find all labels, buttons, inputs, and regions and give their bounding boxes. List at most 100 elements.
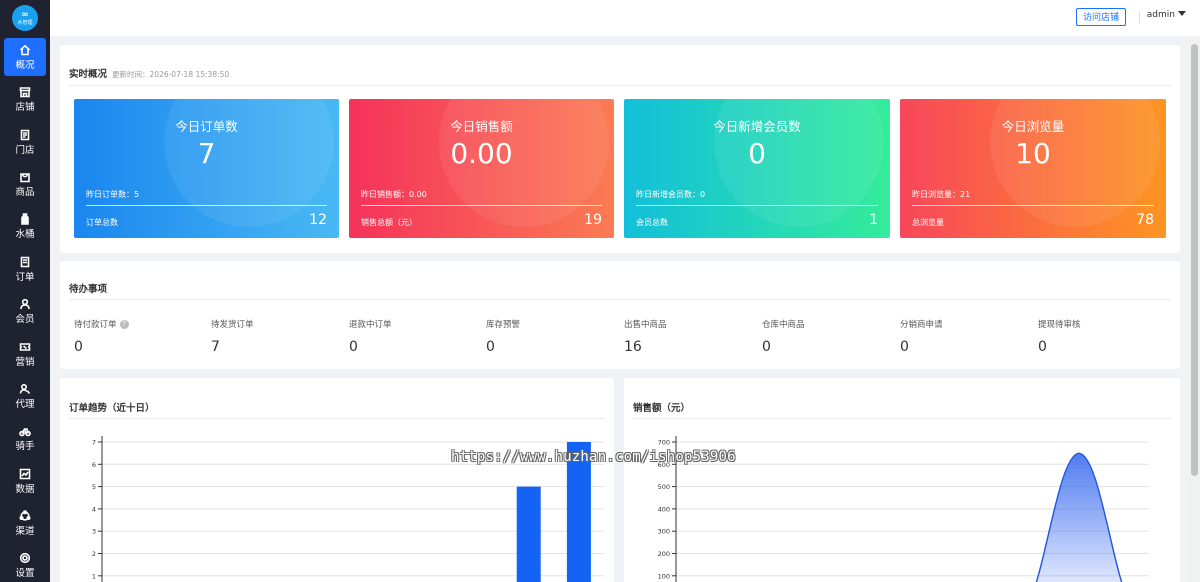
y-tick-label: 200: [658, 550, 670, 558]
todo-value: 0: [900, 339, 909, 355]
bike-icon: [18, 424, 32, 438]
todo-item-pending-shipment[interactable]: 待发货订单 7: [211, 318, 341, 355]
todo-value: 0: [762, 339, 771, 355]
bar: [516, 486, 541, 582]
sidebar-item-buckets[interactable]: 水桶: [0, 205, 50, 247]
todo-item-distributor-apply[interactable]: 分销商申请 0: [900, 318, 1030, 355]
card-title: 今日订单数: [175, 119, 238, 134]
home-icon: [18, 43, 32, 57]
store-icon: [18, 85, 32, 99]
order-trend-chart: 1 2 3 4 5 6 7: [92, 436, 604, 582]
card-title: 今日浏览量: [1001, 119, 1065, 134]
sidebar-item-label: 订单: [15, 271, 35, 283]
divider: [69, 299, 1171, 300]
sidebar-item-orders[interactable]: 订单: [0, 248, 50, 290]
todo-title: 待办事项: [69, 284, 108, 295]
todo-item-on-sale[interactable]: 出售中商品 16: [624, 318, 754, 355]
sidebar-item-products[interactable]: 商品: [0, 163, 50, 205]
bottle-icon: [18, 212, 32, 226]
todo-item-refunding[interactable]: 退款中订单 0: [349, 318, 479, 355]
sidebar-item-label: 代理: [15, 398, 35, 410]
todo-item-withdraw-review[interactable]: 提现待审核 0: [1038, 318, 1168, 355]
todo-value: 7: [211, 339, 220, 355]
divider: [636, 205, 878, 206]
todo-value: 0: [1038, 339, 1047, 355]
todo-item-pending-payment[interactable]: 待付款订单? 0: [74, 318, 204, 355]
card-title: 今日销售额: [450, 119, 513, 134]
card-title: 今日新增会员数: [713, 119, 801, 134]
sidebar-item-label: 商品: [15, 186, 35, 198]
sidebar-item-shop[interactable]: 门店: [0, 120, 50, 162]
sidebar-item-label: 水桶: [15, 229, 35, 241]
todo-value: 0: [349, 339, 358, 355]
card-yesterday: 昨日新增会员数：0: [636, 190, 706, 199]
sidebar-item-marketing[interactable]: 营销: [0, 332, 50, 374]
card-total-label: 总浏览量: [912, 218, 944, 227]
card-total-value: 12: [309, 212, 327, 228]
card-value: 0.00: [450, 137, 513, 170]
todo-label: 出售中商品: [624, 320, 667, 330]
card-yesterday: 昨日销售额：0.00: [361, 190, 427, 199]
sidebar-item-riders[interactable]: 骑手: [0, 417, 50, 459]
sidebar-item-data[interactable]: 数据: [0, 460, 50, 502]
logo-icon: ∞ 水管理: [12, 5, 38, 31]
update-time: 更新时间：2026-07-18 15:38:50: [112, 70, 230, 79]
divider: [1139, 11, 1140, 23]
todo-label: 退款中订单: [349, 320, 392, 330]
visit-store-button[interactable]: 访问店铺: [1075, 8, 1126, 26]
y-tick-label: 7: [92, 439, 96, 447]
sidebar-item-agents[interactable]: 代理: [0, 375, 50, 417]
sidebar-item-label: 店铺: [15, 102, 35, 114]
help-icon[interactable]: ?: [119, 319, 129, 329]
card-value: 0: [748, 137, 766, 170]
sidebar-item-label: 设置: [15, 568, 35, 580]
sidebar-item-label: 渠道: [15, 526, 35, 538]
todo-label: 提现待审核: [1038, 320, 1081, 330]
channel-icon: [18, 509, 32, 523]
card-total-label: 销售总额（元）: [361, 218, 417, 227]
y-tick-label: 500: [658, 483, 670, 491]
overview-title: 实时概况 更新时间：2026-07-18 15:38:50: [69, 69, 230, 80]
user-menu[interactable]: admin: [1147, 10, 1186, 20]
stat-card-members: 今日新增会员数 0 昨日新增会员数：0 会员总数 1: [624, 99, 890, 238]
todo-label: 库存预警: [486, 320, 521, 330]
username: admin: [1146, 10, 1175, 20]
scrollbar-thumb[interactable]: [1191, 44, 1198, 476]
sidebar-item-channels[interactable]: 渠道: [0, 502, 50, 544]
sales-area: [1036, 453, 1122, 582]
sales-panel: 销售额（元） 100 200 300 400 500 600 700: [624, 378, 1180, 582]
y-tick-label: 5: [92, 483, 96, 491]
sidebar-item-label: 营销: [15, 356, 35, 368]
card-yesterday: 昨日订单数：5: [86, 190, 140, 199]
y-tick-label: 4: [92, 505, 96, 513]
sidebar-item-label: 会员: [15, 314, 35, 326]
card-value: 7: [197, 137, 216, 170]
stat-card-orders: 今日订单数 7 昨日订单数：5 订单总数 12: [74, 99, 339, 238]
gear-icon: [18, 551, 32, 565]
sidebar-item-overview[interactable]: 概况: [4, 38, 46, 76]
todo-value: 16: [624, 339, 642, 355]
logo[interactable]: ∞ 水管理: [0, 0, 50, 36]
todo-label: 待发货订单: [211, 320, 254, 330]
y-tick-label: 100: [658, 572, 670, 580]
card-total-value: 1: [869, 212, 878, 228]
sales-chart: 100200300400500600700: [658, 436, 1149, 582]
document-icon: [18, 128, 32, 142]
order-trend-panel: 订单趋势（近十日） 1234567: [60, 378, 614, 582]
agent-icon: [18, 382, 32, 396]
sidebar-item-members[interactable]: 会员: [0, 290, 50, 332]
todo-item-in-warehouse[interactable]: 仓库中商品 0: [762, 318, 892, 355]
todo-item-stock-warning[interactable]: 库存预警 0: [486, 318, 616, 355]
user-icon: [18, 297, 32, 311]
todo-label: 仓库中商品: [762, 320, 805, 330]
sidebar-item-label: 门店: [15, 144, 35, 156]
todo-value: 0: [74, 339, 83, 355]
y-tick-label: 700: [658, 439, 670, 447]
sidebar-item-store[interactable]: 店铺: [0, 78, 50, 120]
divider: [86, 205, 327, 206]
top-bar: 访问店铺 admin: [50, 0, 1200, 36]
stat-card-views: 今日浏览量 10 昨日浏览量：21 总浏览量 78: [900, 99, 1166, 238]
chevron-down-icon: [1178, 11, 1186, 16]
todo-value: 0: [486, 339, 495, 355]
sidebar-item-settings[interactable]: 设置: [0, 544, 50, 582]
